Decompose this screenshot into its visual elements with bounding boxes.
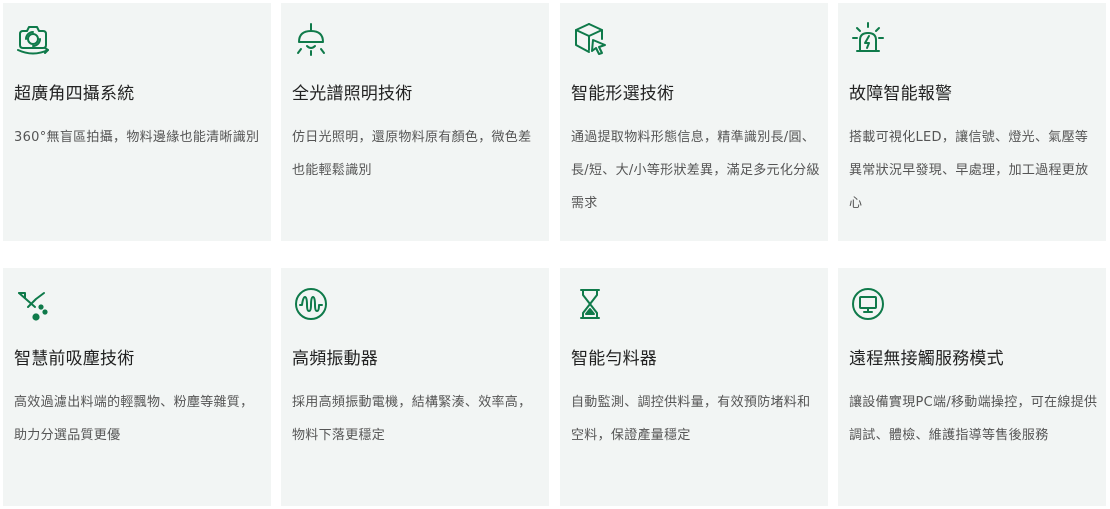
feature-title: 智能勻料器	[571, 349, 657, 369]
feature-description: 仿日光照明，還原物料原有顏色，微色差也能輕鬆識別	[292, 130, 532, 178]
feature-description: 採用高頻振動電機，結構緊湊、效率高，物料下落更穩定	[292, 395, 532, 443]
feature-description: 讓設備實現PC端/移動端操控，可在線提供調試、體檢、維護指導等售後服務	[849, 395, 1098, 443]
feature-description: 360°無盲區拍攝，物料邊緣也能清晰識別	[14, 130, 260, 145]
feature-grid: 超廣角四攝系統 360°無盲區拍攝，物料邊緣也能清晰識別 全光譜照明技術 仿日光…	[0, 0, 1110, 509]
feature-title: 智慧前吸塵技術	[14, 349, 135, 369]
feature-description: 高效過濾出料端的輕飄物、粉塵等雜質，助力分選品質更優	[14, 395, 254, 443]
alarm-light-icon	[849, 20, 887, 58]
monitor-icon	[849, 285, 887, 323]
cube-cursor-icon	[571, 20, 609, 58]
camera-rotate-icon	[14, 20, 52, 58]
feature-card-remote-service: 遠程無接觸服務模式 讓設備實現PC端/移動端操控，可在線提供調試、體檢、維護指導…	[838, 268, 1106, 506]
feature-card-material-leveler: 智能勻料器 自動監測、調控供料量，有效預防堵料和空料，保證產量穩定	[560, 268, 828, 506]
feature-title: 故障智能報警	[849, 84, 953, 104]
feature-description: 自動監測、調控供料量，有效預防堵料和空料，保證產量穩定	[571, 395, 811, 443]
feature-description: 通過提取物料形態信息，精準識別長/圓、長/短、大/小等形狀差異，滿足多元化分級需…	[571, 130, 820, 211]
feature-card-fault-alarm: 故障智能報警 搭載可視化LED，讓信號、燈光、氣壓等異常狀況早發現、早處理，加工…	[838, 3, 1106, 241]
feature-card-wide-angle-camera: 超廣角四攝系統 360°無盲區拍攝，物料邊緣也能清晰識別	[3, 3, 271, 241]
feature-card-full-spectrum-lighting: 全光譜照明技術 仿日光照明，還原物料原有顏色，微色差也能輕鬆識別	[281, 3, 549, 241]
feature-title: 超廣角四攝系統	[14, 84, 135, 104]
feature-title: 遠程無接觸服務模式	[849, 349, 1004, 369]
dust-filter-icon	[14, 285, 52, 323]
feature-title: 全光譜照明技術	[292, 84, 413, 104]
feature-title: 高頻振動器	[292, 349, 378, 369]
pendant-lamp-icon	[292, 20, 330, 58]
feature-card-vibrator: 高頻振動器 採用高頻振動電機，結構緊湊、效率高，物料下落更穩定	[281, 268, 549, 506]
feature-description: 搭載可視化LED，讓信號、燈光、氣壓等異常狀況早發現、早處理，加工過程更放心	[849, 130, 1089, 211]
feature-card-shape-sorting: 智能形選技術 通過提取物料形態信息，精準識別長/圓、長/短、大/小等形狀差異，滿…	[560, 3, 828, 241]
vibration-wave-icon	[292, 285, 330, 323]
feature-title: 智能形選技術	[571, 84, 675, 104]
feature-card-dust-suction: 智慧前吸塵技術 高效過濾出料端的輕飄物、粉塵等雜質，助力分選品質更優	[3, 268, 271, 506]
hourglass-icon	[571, 285, 609, 323]
